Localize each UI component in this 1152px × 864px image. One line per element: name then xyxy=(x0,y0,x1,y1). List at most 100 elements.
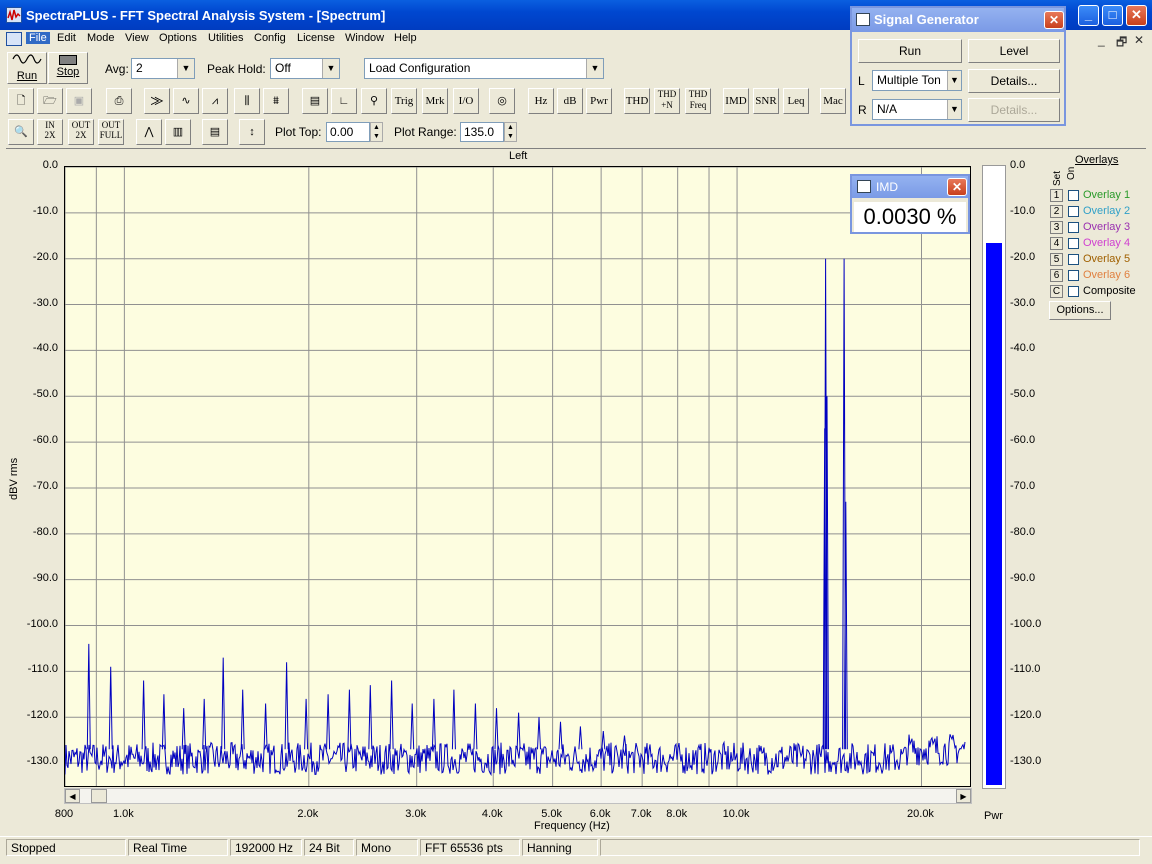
imd-window-icon xyxy=(857,180,871,193)
siggen-right-select[interactable]: N/A ▼ xyxy=(872,99,962,120)
mdi-minimize-button[interactable]: _ xyxy=(1098,33,1105,47)
compass-icon[interactable]: ⚲ xyxy=(361,88,387,114)
panel-icon[interactable]: ▤ xyxy=(302,88,328,114)
siggen-level-button[interactable]: Level xyxy=(968,39,1060,63)
spectrum-peak xyxy=(347,689,352,750)
imd-window[interactable]: IMD ✕ 0.0030 % xyxy=(850,174,970,234)
chevron-down-icon[interactable]: ▼ xyxy=(586,59,603,78)
chevron-down-icon[interactable]: ▼ xyxy=(322,59,339,78)
overlay-checkbox[interactable] xyxy=(1068,254,1079,265)
zoom-out-full-icon[interactable]: OUT FULL xyxy=(98,119,124,145)
overlay-options-button[interactable]: Options... xyxy=(1049,301,1111,320)
io-button[interactable]: I/O xyxy=(453,88,479,114)
mdi-close-button[interactable]: ✕ xyxy=(1134,33,1144,47)
scroll-right-icon[interactable]: ▶ xyxy=(956,789,971,803)
mac-button[interactable]: Mac xyxy=(820,88,846,114)
plot-range-input[interactable]: 135.0 ▲ ▼ xyxy=(460,122,517,142)
overlay-checkbox[interactable] xyxy=(1068,270,1079,281)
signal-generator-close-icon[interactable]: ✕ xyxy=(1044,11,1064,29)
spectrogram-icon[interactable]: ⫼ xyxy=(234,88,260,114)
stop-button[interactable]: Stop xyxy=(48,52,88,84)
snr-button[interactable]: SNR xyxy=(753,88,779,114)
signal-generator-icon[interactable]: ◎ xyxy=(489,88,515,114)
overlay-set-button[interactable]: 2 xyxy=(1050,205,1063,218)
range-icon[interactable]: ↕ xyxy=(239,119,265,145)
overlay-set-button[interactable]: 6 xyxy=(1050,269,1063,282)
chevron-down-icon[interactable]: ▼ xyxy=(947,71,961,90)
menu-config[interactable]: Config xyxy=(251,32,289,44)
y-tick-label-right: -10.0 xyxy=(1010,204,1036,217)
waveform-icon[interactable]: ∿ xyxy=(173,88,199,114)
y-tick-label: -10.0 xyxy=(32,204,58,217)
imd-button[interactable]: IMD xyxy=(723,88,749,114)
overlay-checkbox[interactable] xyxy=(1068,190,1079,201)
zoom-icon[interactable]: 🔍 xyxy=(8,119,34,145)
close-button[interactable]: ✕ xyxy=(1126,5,1147,26)
siggen-left-details-button[interactable]: Details... xyxy=(968,69,1060,93)
fast-forward-icon[interactable]: ⨠ xyxy=(144,88,170,114)
maximize-button[interactable]: □ xyxy=(1102,5,1123,26)
menu-file[interactable]: File xyxy=(26,32,50,44)
spin-arrows-icon[interactable]: ▲ ▼ xyxy=(370,122,383,142)
open-folder-icon[interactable]: 🗁 xyxy=(37,88,63,114)
menu-license[interactable]: License xyxy=(294,32,338,44)
plot-top-input[interactable]: 0.00 ▲ ▼ xyxy=(326,122,383,142)
peak-icon[interactable]: ⋀ xyxy=(136,119,162,145)
overlay-set-button[interactable]: 5 xyxy=(1050,253,1063,266)
scroll-left-icon[interactable]: ◀ xyxy=(65,789,80,803)
overlay-checkbox[interactable] xyxy=(1068,238,1079,249)
overlay-set-button[interactable]: 3 xyxy=(1050,221,1063,234)
overlay-checkbox[interactable] xyxy=(1068,286,1079,297)
thd-n-button[interactable]: THD +N xyxy=(654,88,680,114)
mdi-icon[interactable] xyxy=(6,32,22,46)
spin-arrows-icon[interactable]: ▲ ▼ xyxy=(504,122,517,142)
3d-surface-icon[interactable]: ⩩ xyxy=(263,88,289,114)
siggen-right-details-button[interactable]: Details... xyxy=(968,98,1060,122)
new-file-icon[interactable]: 🗋 xyxy=(8,88,34,114)
save-icon[interactable]: ▣ xyxy=(66,88,92,114)
signal-generator-window[interactable]: Signal Generator ✕ Run Level L Multiple … xyxy=(850,6,1066,126)
pwr-button[interactable]: Pwr xyxy=(586,88,612,114)
menu-view[interactable]: View xyxy=(122,32,152,44)
horizontal-scrollbar[interactable]: ◀ ▶ xyxy=(64,788,972,804)
scroll-thumb[interactable] xyxy=(91,789,107,803)
menu-mode[interactable]: Mode xyxy=(84,32,118,44)
db-button[interactable]: dB xyxy=(557,88,583,114)
menu-edit[interactable]: Edit xyxy=(54,32,79,44)
axis-icon[interactable]: ∟ xyxy=(331,88,357,114)
spectrum-peak xyxy=(410,703,415,750)
siggen-run-button[interactable]: Run xyxy=(858,39,962,63)
bar-graph-icon[interactable]: ▥ xyxy=(165,119,191,145)
imd-close-icon[interactable]: ✕ xyxy=(947,178,967,196)
zoom-out-2x-icon[interactable]: OUT 2X xyxy=(68,119,94,145)
overlay-set-button[interactable]: C xyxy=(1050,285,1063,298)
zoom-in-2x-icon[interactable]: IN 2X xyxy=(37,119,63,145)
menu-utilities[interactable]: Utilities xyxy=(205,32,246,44)
run-button[interactable]: Run xyxy=(7,52,47,84)
overlay-set-button[interactable]: 4 xyxy=(1050,237,1063,250)
plot-range-value: 135.0 xyxy=(464,125,495,139)
thd-freq-button[interactable]: THD Freq xyxy=(685,88,711,114)
list-icon[interactable]: ▤ xyxy=(202,119,228,145)
leq-button[interactable]: Leq xyxy=(783,88,809,114)
hz-button[interactable]: Hz xyxy=(528,88,554,114)
sawtooth-icon[interactable]: ⩘ xyxy=(202,88,228,114)
thd-button[interactable]: THD xyxy=(624,88,650,114)
avg-select[interactable]: 2 ▼ xyxy=(131,58,195,79)
menu-options[interactable]: Options xyxy=(156,32,200,44)
configuration-select[interactable]: Load Configuration ▼ xyxy=(364,58,604,79)
overlay-checkbox[interactable] xyxy=(1068,222,1079,233)
menu-window[interactable]: Window xyxy=(342,32,387,44)
spectrum-plot[interactable] xyxy=(64,166,971,787)
overlay-set-button[interactable]: 1 xyxy=(1050,189,1063,202)
trig-button[interactable]: Trig xyxy=(391,88,417,114)
chevron-down-icon[interactable]: ▼ xyxy=(947,100,961,119)
siggen-left-select[interactable]: Multiple Ton ▼ xyxy=(872,70,962,91)
chevron-down-icon[interactable]: ▼ xyxy=(177,59,194,78)
mrk-button[interactable]: Mrk xyxy=(422,88,448,114)
menu-help[interactable]: Help xyxy=(391,32,420,44)
peak-hold-select[interactable]: Off ▼ xyxy=(270,58,340,79)
print-icon[interactable]: ⎙ xyxy=(106,88,132,114)
overlay-checkbox[interactable] xyxy=(1068,206,1079,217)
minimize-button[interactable]: _ xyxy=(1078,5,1099,26)
